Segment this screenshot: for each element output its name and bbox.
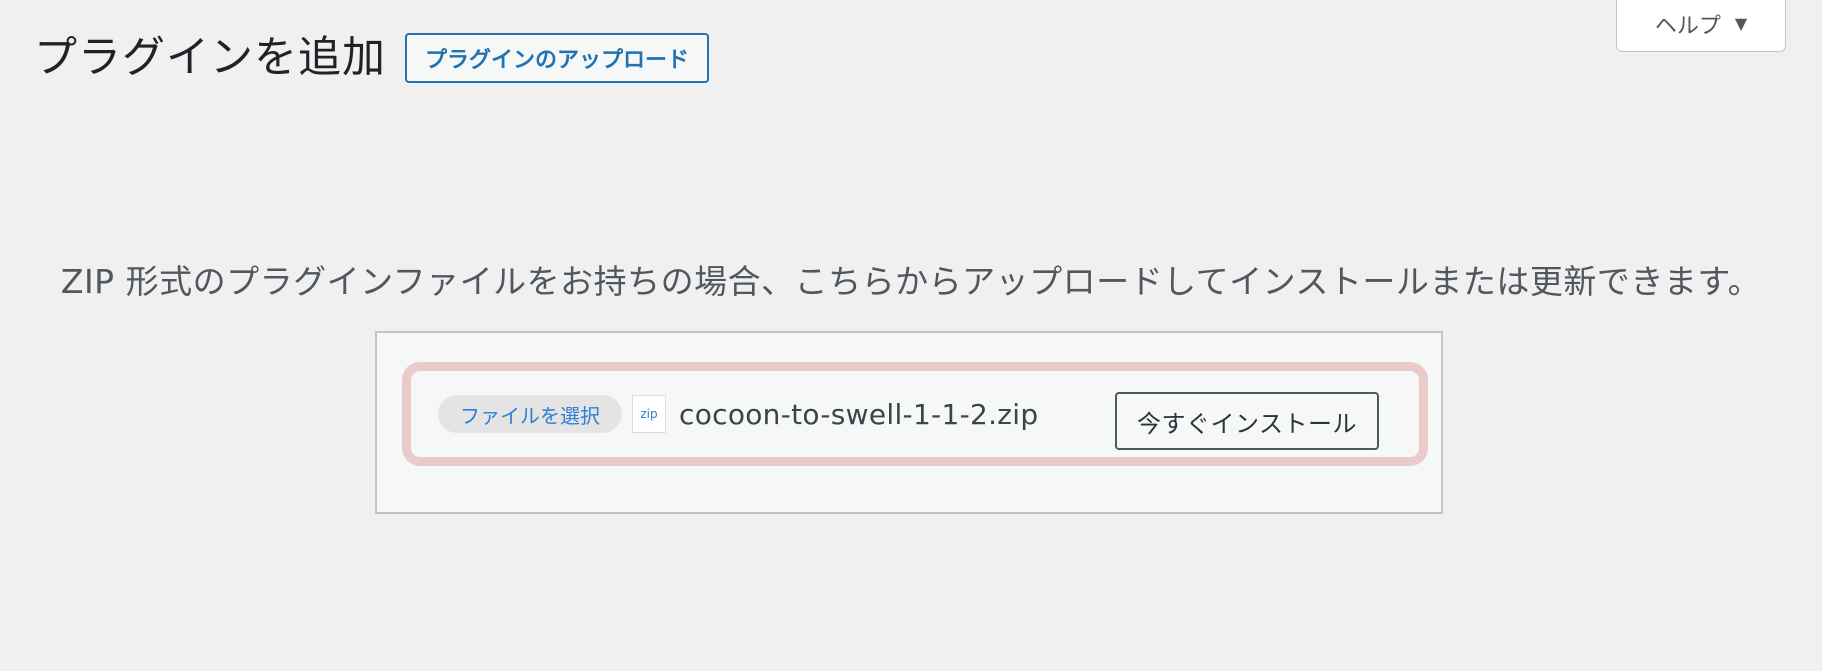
upload-form: ファイルを選択 zip cocoon-to-swell-1-1-2.zip 今す…: [375, 331, 1443, 514]
add-plugin-page: プラグインを追加 プラグインのアップロード ヘルプ ▼ ZIP 形式のプラグイン…: [0, 0, 1822, 671]
caret-down-icon: ▼: [1734, 14, 1748, 33]
help-label: ヘルプ: [1654, 13, 1721, 39]
highlight-frame: ファイルを選択 zip cocoon-to-swell-1-1-2.zip 今す…: [402, 362, 1428, 466]
choose-file-button[interactable]: ファイルを選択: [438, 395, 622, 433]
page-title: プラグインを追加: [34, 33, 386, 83]
install-now-button[interactable]: 今すぐインストール: [1114, 392, 1379, 450]
help-tab-button[interactable]: ヘルプ ▼: [1616, 0, 1786, 52]
zip-file-icon: zip: [632, 395, 666, 433]
upload-plugin-button[interactable]: プラグインのアップロード: [405, 33, 710, 83]
page-header: プラグインを追加 プラグインのアップロード: [34, 30, 710, 86]
selected-file-name: cocoon-to-swell-1-1-2.zip: [679, 397, 1039, 431]
upload-description: ZIP 形式のプラグインファイルをお持ちの場合、こちらからアップロードしてインス…: [60, 262, 1762, 301]
